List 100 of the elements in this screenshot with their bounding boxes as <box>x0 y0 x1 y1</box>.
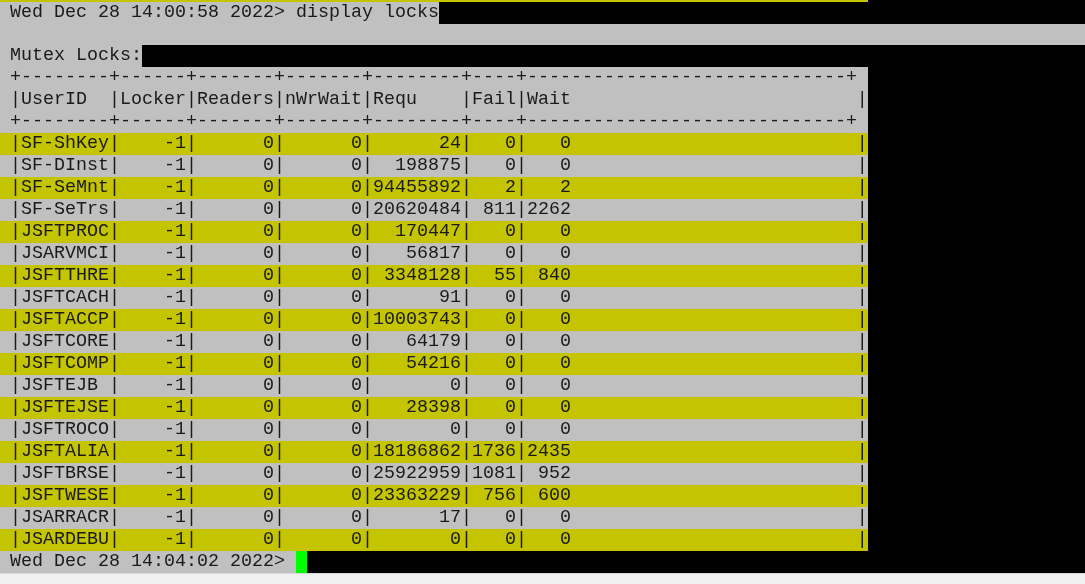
column-divider: | <box>10 198 21 221</box>
table-cell-text: 0 <box>503 528 516 551</box>
column-divider: | <box>273 286 285 309</box>
table-cell-text: 0 <box>503 286 516 309</box>
table-cell-text: 0 <box>503 242 516 265</box>
column-header: Requ <box>372 88 418 111</box>
table-cell-text: 0 <box>503 374 516 397</box>
column-divider: | <box>515 462 527 485</box>
table-cell: JSFTTHRE <box>21 264 109 287</box>
table-cell-text: 0 <box>261 176 274 199</box>
column-divider: | <box>10 264 21 287</box>
column-divider: | <box>361 308 373 331</box>
column-divider: | <box>856 154 868 177</box>
column-divider: | <box>460 484 472 507</box>
column-divider: | <box>10 154 21 177</box>
column-divider: | <box>10 242 21 265</box>
table-cell-text: -1 <box>162 154 186 177</box>
table-cell-text: -1 <box>162 462 186 485</box>
table-cell-text: 756 <box>481 484 516 507</box>
table-cell-text: -1 <box>162 506 186 529</box>
column-divider: | <box>273 418 285 441</box>
column-divider: | <box>361 198 373 221</box>
column-divider: | <box>185 242 197 265</box>
table-cell-text: 0 <box>503 418 516 441</box>
table-cell-text: 0 <box>558 506 571 529</box>
table-cell: SF-DInst <box>21 154 109 177</box>
table-cell-text: 0 <box>558 374 571 397</box>
table-cell-text: 0 <box>558 418 571 441</box>
table-cell-text: 24 <box>437 132 461 155</box>
table-cell-text: 0 <box>349 176 362 199</box>
column-divider: | <box>10 352 21 375</box>
column-divider: | <box>361 528 373 551</box>
column-divider: | <box>185 506 197 529</box>
table-cell-text: 0 <box>261 308 274 331</box>
table-cell: SF-SeTrs <box>21 198 109 221</box>
column-divider: | <box>856 484 868 507</box>
table-cell-text: 0 <box>261 220 274 243</box>
column-divider: | <box>515 176 527 199</box>
table-cell-text: 0 <box>349 352 362 375</box>
column-divider: | <box>10 88 21 111</box>
section-title: Mutex Locks: <box>0 44 142 67</box>
column-divider: | <box>109 374 120 397</box>
table-cell: 25922959 <box>372 462 461 485</box>
column-divider: | <box>185 176 197 199</box>
column-divider: | <box>856 132 868 155</box>
column-divider: | <box>856 374 868 397</box>
column-divider: | <box>856 242 868 265</box>
column-divider: | <box>460 176 472 199</box>
table-cell-text: 0 <box>349 330 362 353</box>
table-cell-text: 0 <box>261 286 274 309</box>
table-cell-text: 0 <box>349 528 362 551</box>
column-divider: | <box>856 462 868 485</box>
table-cell: JSFTROCO <box>21 418 109 441</box>
column-divider: | <box>273 528 285 551</box>
table-cell-text: 0 <box>261 396 274 419</box>
table-cell: JSFTEJSE <box>21 396 109 419</box>
table-cell-text: 0 <box>349 154 362 177</box>
table-cell-text: 0 <box>261 330 274 353</box>
column-divider: | <box>273 330 285 353</box>
column-divider: | <box>273 462 285 485</box>
column-divider: | <box>185 418 197 441</box>
table-cell-text: 0 <box>558 132 571 155</box>
table-cell-text: 0 <box>261 154 274 177</box>
column-divider: | <box>185 484 197 507</box>
column-divider: | <box>856 88 868 111</box>
column-header: Readers <box>196 88 274 111</box>
column-divider: | <box>856 286 868 309</box>
column-divider: | <box>273 88 285 111</box>
table-cell-text: 198875 <box>393 154 461 177</box>
table-cell: JSFTCORE <box>21 330 109 353</box>
column-divider: | <box>515 242 527 265</box>
column-divider: | <box>185 154 197 177</box>
table-cell-text: 0 <box>448 528 461 551</box>
table-cell-text: 3348128 <box>382 264 461 287</box>
column-divider: | <box>856 220 868 243</box>
column-divider: | <box>515 132 527 155</box>
column-divider: | <box>273 242 285 265</box>
table-cell-text: 0 <box>558 528 571 551</box>
table-cell-text: 0 <box>558 242 571 265</box>
column-header: Fail <box>471 88 516 111</box>
column-divider: | <box>361 264 373 287</box>
column-divider: | <box>361 220 373 243</box>
table-cell-text: 0 <box>503 352 516 375</box>
column-divider: | <box>10 132 21 155</box>
table-cell-text: 0 <box>261 264 274 287</box>
column-divider: | <box>10 506 21 529</box>
column-divider: | <box>460 440 472 463</box>
table-cell-text: 811 <box>481 198 516 221</box>
table-cell-text: -1 <box>162 286 186 309</box>
column-divider: | <box>273 264 285 287</box>
table-cell-text: -1 <box>162 528 186 551</box>
column-divider: | <box>185 528 197 551</box>
column-divider: | <box>856 528 868 551</box>
column-divider: | <box>515 396 527 419</box>
column-divider: | <box>109 198 120 221</box>
column-divider: | <box>856 352 868 375</box>
table-cell-text: 170447 <box>393 220 461 243</box>
table-cell-text: 0 <box>261 462 274 485</box>
column-divider: | <box>273 352 285 375</box>
column-divider: | <box>10 176 21 199</box>
